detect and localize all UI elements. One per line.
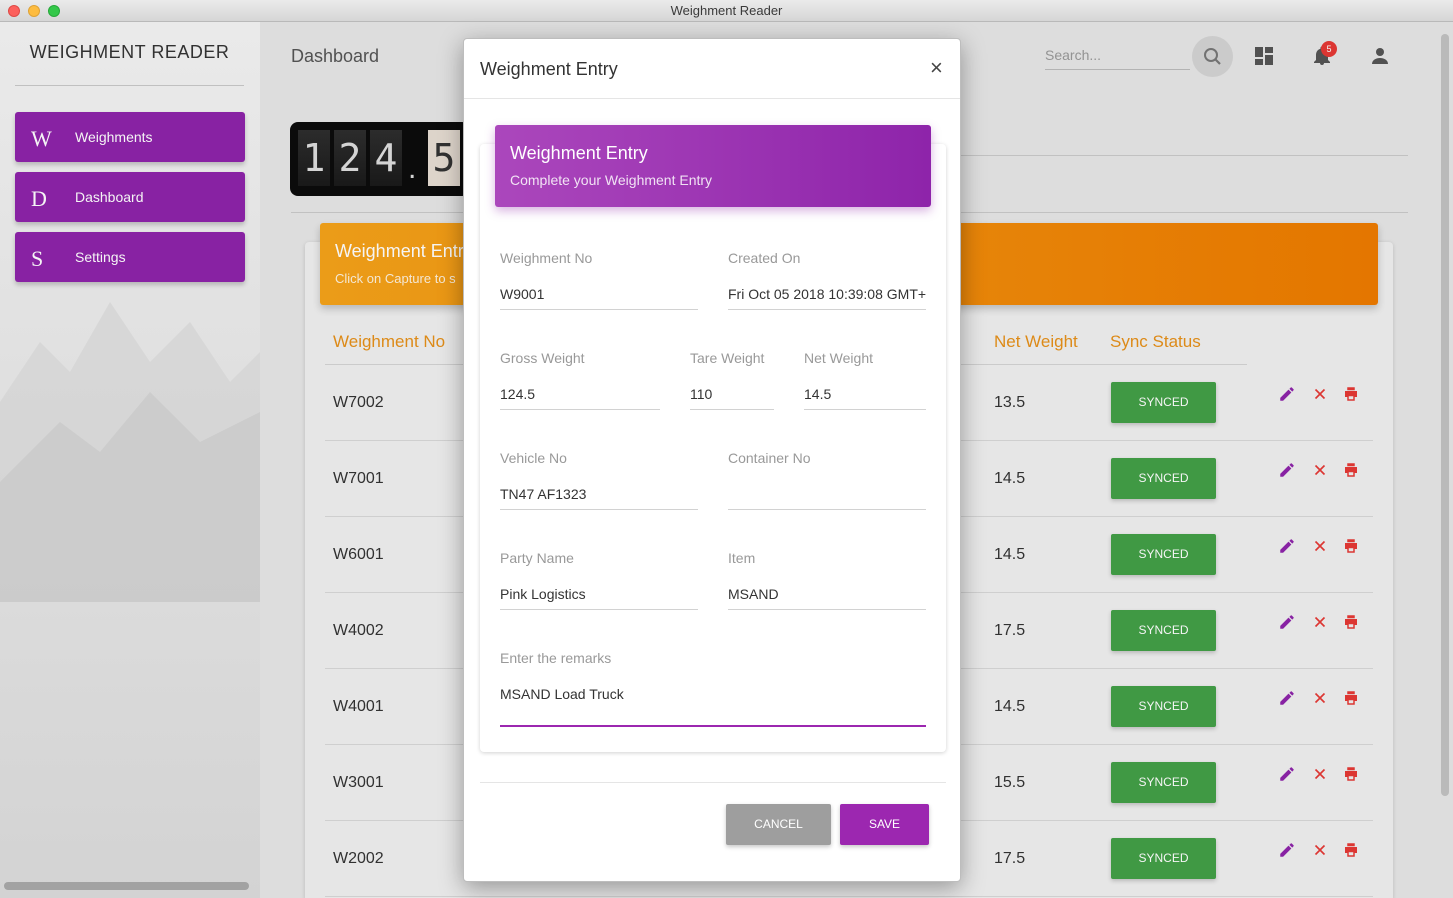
net-weight-label: Net Weight [804,350,873,366]
created-on-field[interactable]: Fri Oct 05 2018 10:39:08 GMT+0 [728,286,926,310]
created-on-label: Created On [728,250,801,266]
gross-weight-label: Gross Weight [500,350,585,366]
entry-form-header: Weighment Entry Complete your Weighment … [495,125,931,207]
form-subtitle: Complete your Weighment Entry [510,172,713,188]
window-maximize-button[interactable] [48,5,60,17]
tare-weight-field[interactable]: 110 [690,386,774,410]
weighment-no-field[interactable]: W9001 [500,286,698,310]
divider [480,782,946,783]
close-icon[interactable]: × [930,55,943,81]
form-title: Weighment Entry [510,143,648,163]
save-button[interactable]: SAVE [840,804,929,845]
remarks-label: Enter the remarks [500,650,612,666]
window-close-button[interactable] [8,5,20,17]
tare-weight-label: Tare Weight [690,350,765,366]
weighment-entry-dialog: Weighment Entry × Weighment Entry Comple… [463,38,961,882]
container-no-label: Container No [728,450,811,466]
remarks-field[interactable]: MSAND Load Truck [500,682,926,727]
dialog-title: Weighment Entry [480,59,618,79]
item-label: Item [728,550,756,566]
window-minimize-button[interactable] [28,5,40,17]
gross-weight-field[interactable]: 124.5 [500,386,660,410]
container-no-field[interactable] [728,486,926,510]
vehicle-no-field[interactable]: TN47 AF1323 [500,486,698,510]
cancel-button[interactable]: CANCEL [726,804,831,845]
window-titlebar: Weighment Reader [0,0,1453,22]
item-field[interactable]: MSAND [728,586,926,610]
window-title: Weighment Reader [670,3,783,18]
party-name-field[interactable]: Pink Logistics [500,586,698,610]
divider [464,98,960,99]
weighment-no-label: Weighment No [500,250,593,266]
vehicle-no-label: Vehicle No [500,450,567,466]
net-weight-field[interactable]: 14.5 [804,386,926,410]
party-name-label: Party Name [500,550,574,566]
